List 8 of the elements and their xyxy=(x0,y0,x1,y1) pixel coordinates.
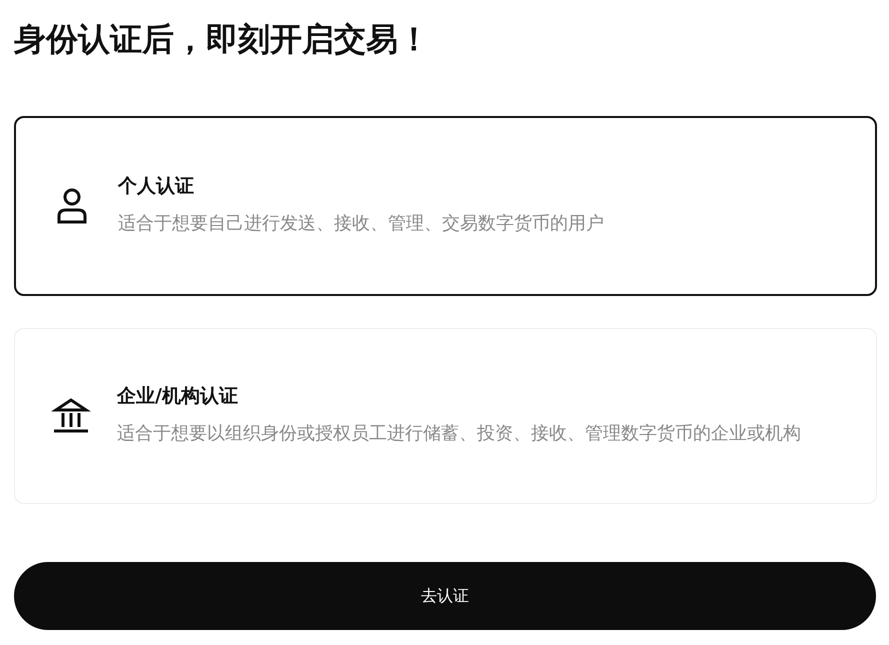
page-heading: 身份认证后，即刻开启交易！ xyxy=(14,19,431,60)
option-card[interactable]: 个人认证 适合于想要自己进行发送、接收、管理、交易数字货币的用户 xyxy=(14,116,877,296)
option-description: 适合于想要自己进行发送、接收、管理、交易数字货币的用户 xyxy=(118,212,604,236)
option-card[interactable]: 企业/机构认证 适合于想要以组织身份或授权员工进行储蓄、投资、接收、管理数字货币的企业或机构 xyxy=(14,328,877,504)
option-description: 适合于想要以组织身份或授权员工进行储蓄、投资、接收、管理数字货币的企业或机构 xyxy=(117,422,801,446)
option-title: 个人认证 xyxy=(118,174,195,199)
verify-button[interactable]: 去认证 xyxy=(14,562,876,630)
option-title: 企业/机构认证 xyxy=(117,384,239,409)
